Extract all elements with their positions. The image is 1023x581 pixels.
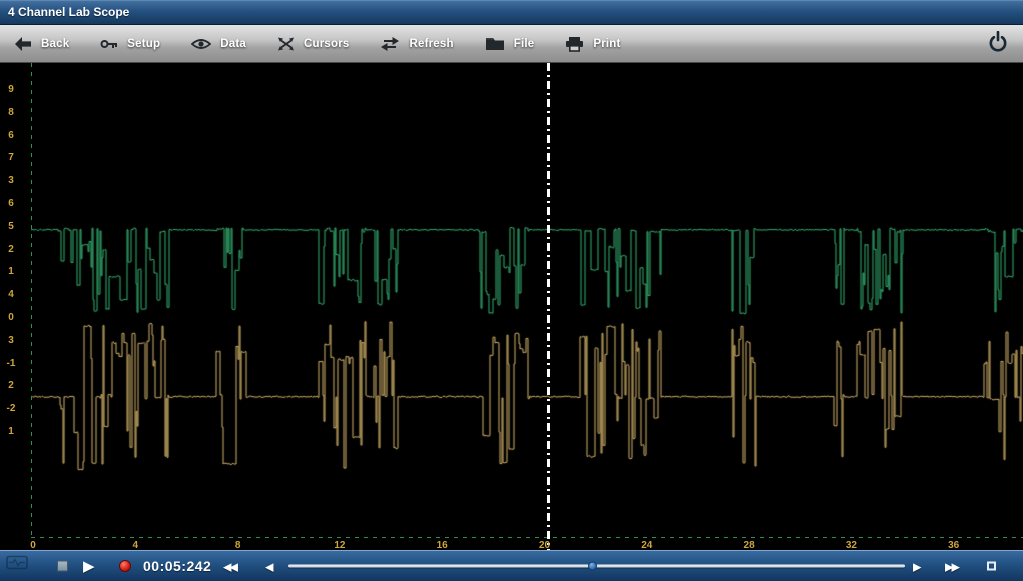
x-axis-line (31, 537, 1023, 538)
y-axis-label: 1 (0, 426, 22, 437)
cursors-label: Cursors (304, 38, 350, 50)
time-display: 00:05:242 (143, 558, 211, 574)
record-icon (119, 560, 131, 572)
data-button[interactable]: Data (191, 37, 246, 51)
record-button[interactable] (117, 558, 133, 574)
app-logo-icon (6, 556, 28, 577)
time-cursor[interactable] (547, 63, 550, 550)
fast-forward-icon: ▶▶ (945, 561, 958, 574)
y-axis-label: 8 (0, 107, 22, 118)
stop-icon (57, 561, 68, 572)
back-button[interactable]: Back (14, 36, 69, 52)
setup-button[interactable]: Setup (100, 36, 160, 52)
file-label: File (514, 38, 535, 50)
transport-bar: ▶ 00:05:242 ◀◀ ◀ ▶ ▶▶ (0, 550, 1023, 581)
y-axis-label: 3 (0, 335, 22, 346)
seek-slider[interactable] (288, 561, 905, 572)
step-forward-button[interactable]: ▶ (911, 557, 921, 576)
refresh-icon (380, 36, 400, 52)
refresh-button[interactable]: Refresh (380, 36, 453, 52)
back-label: Back (41, 38, 69, 50)
step-forward-icon: ▶ (913, 561, 919, 574)
y-axis-label: 5 (0, 221, 22, 232)
folder-icon (485, 36, 505, 51)
y-axis-label: 0 (0, 312, 22, 323)
y-axis-label: 7 (0, 152, 22, 163)
y-axis-label: 9 (0, 84, 22, 95)
scope-display: 986736521403-12-2104812162024283236 (0, 63, 1023, 550)
print-label: Print (593, 38, 620, 50)
y-axis-label: 6 (0, 198, 22, 209)
y-axis-label: 1 (0, 266, 22, 277)
fast-rewind-button[interactable]: ◀◀ (221, 557, 238, 576)
key-icon (100, 36, 118, 52)
data-label: Data (220, 38, 246, 50)
power-icon (987, 40, 1009, 57)
lab-scope-app: 4 Channel Lab Scope Back Setup Data (0, 0, 1023, 581)
print-button[interactable]: Print (565, 36, 620, 52)
play-icon: ▶ (83, 557, 95, 575)
back-arrow-icon (14, 36, 32, 52)
printer-icon (565, 36, 584, 52)
file-button[interactable]: File (485, 36, 535, 51)
y-axis-label: -1 (0, 358, 22, 369)
step-back-icon: ◀ (265, 561, 271, 574)
y-axis-label: 2 (0, 244, 22, 255)
setup-label: Setup (127, 38, 160, 50)
y-axis-label: 4 (0, 289, 22, 300)
toolbar: Back Setup Data Cursors Refresh (0, 25, 1023, 63)
y-axis-label: 3 (0, 175, 22, 186)
waveform-canvas (31, 63, 1023, 537)
end-marker-icon[interactable] (987, 562, 996, 571)
y-axis-label: 6 (0, 130, 22, 141)
fast-rewind-icon: ◀◀ (223, 561, 236, 574)
refresh-label: Refresh (409, 38, 453, 50)
cursors-icon (277, 36, 295, 52)
title-bar: 4 Channel Lab Scope (0, 0, 1023, 25)
stop-button[interactable] (55, 559, 70, 574)
window-title: 4 Channel Lab Scope (0, 1, 129, 24)
cursors-button[interactable]: Cursors (277, 36, 350, 52)
seek-thumb[interactable] (588, 562, 597, 571)
play-button[interactable]: ▶ (81, 555, 97, 577)
eye-icon (191, 37, 211, 51)
y-axis-line (31, 63, 32, 538)
y-axis-label: 2 (0, 380, 22, 391)
step-back-button[interactable]: ◀ (263, 557, 273, 576)
fast-forward-button[interactable]: ▶▶ (943, 557, 960, 576)
end-marker-shape (987, 562, 996, 571)
power-button[interactable] (987, 29, 1009, 58)
y-axis-label: -2 (0, 403, 22, 414)
